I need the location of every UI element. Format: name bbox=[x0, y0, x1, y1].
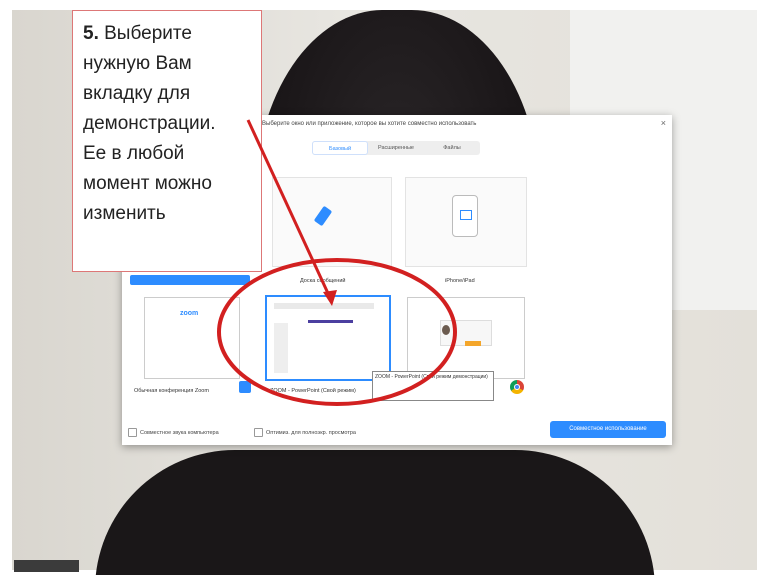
screen-share-tutorial: Выберите окно или приложение, которое вы… bbox=[0, 0, 765, 575]
annotation-overlay bbox=[217, 119, 457, 406]
annotation-arrow-head bbox=[323, 290, 337, 306]
annotation-circle bbox=[217, 258, 457, 406]
annotation-arrow-line bbox=[246, 119, 334, 303]
